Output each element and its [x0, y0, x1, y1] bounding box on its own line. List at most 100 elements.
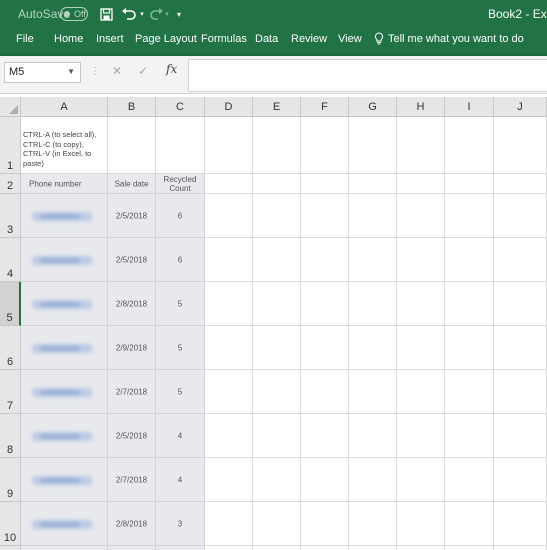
- table-cell[interactable]: [21, 414, 108, 458]
- table-cell[interactable]: 2/5/2018: [108, 194, 156, 238]
- cell-a11[interactable]: [21, 546, 108, 550]
- cell-g3[interactable]: [349, 194, 397, 238]
- row-header-3[interactable]: 3: [0, 194, 21, 238]
- cell-j6[interactable]: [494, 326, 547, 370]
- cell-d10[interactable]: [205, 502, 253, 546]
- cell-e9[interactable]: [253, 458, 301, 502]
- column-header-e[interactable]: E: [253, 97, 301, 117]
- table-cell[interactable]: 5: [156, 370, 205, 414]
- cell-i2[interactable]: [445, 174, 494, 194]
- column-header-g[interactable]: G: [349, 97, 397, 117]
- cell-j5[interactable]: [494, 282, 547, 326]
- cell-d1[interactable]: [205, 117, 253, 174]
- cell-e4[interactable]: [253, 238, 301, 282]
- cell-g2[interactable]: [349, 174, 397, 194]
- column-header-j[interactable]: J: [494, 97, 547, 117]
- row-header-4[interactable]: 4: [0, 238, 21, 282]
- cell-f10[interactable]: [301, 502, 349, 546]
- cell-e2[interactable]: [253, 174, 301, 194]
- table-cell[interactable]: [21, 282, 108, 326]
- cell-i5[interactable]: [445, 282, 494, 326]
- cell-d2[interactable]: [205, 174, 253, 194]
- cell-g9[interactable]: [349, 458, 397, 502]
- table-cell[interactable]: [21, 238, 108, 282]
- table-cell[interactable]: 3: [156, 502, 205, 546]
- cell-h4[interactable]: [397, 238, 445, 282]
- cell-d4[interactable]: [205, 238, 253, 282]
- undo-dropdown-icon[interactable]: ▾: [138, 5, 146, 23]
- cell-j2[interactable]: [494, 174, 547, 194]
- cell-f2[interactable]: [301, 174, 349, 194]
- table-cell[interactable]: [21, 194, 108, 238]
- cell-j8[interactable]: [494, 414, 547, 458]
- tell-me-search[interactable]: Tell me what you want to do: [374, 32, 524, 45]
- select-all-button[interactable]: [0, 97, 21, 117]
- column-header-d[interactable]: D: [205, 97, 253, 117]
- tab-home[interactable]: Home: [54, 33, 83, 45]
- cell-g6[interactable]: [349, 326, 397, 370]
- cell-g10[interactable]: [349, 502, 397, 546]
- column-header-h[interactable]: H: [397, 97, 445, 117]
- cell-i1[interactable]: [445, 117, 494, 174]
- cell-d11[interactable]: [205, 546, 253, 550]
- cell-f6[interactable]: [301, 326, 349, 370]
- tab-formulas[interactable]: Formulas: [201, 33, 247, 45]
- cell-g4[interactable]: [349, 238, 397, 282]
- cell-d5[interactable]: [205, 282, 253, 326]
- cell-j9[interactable]: [494, 458, 547, 502]
- cell-j10[interactable]: [494, 502, 547, 546]
- cell-e3[interactable]: [253, 194, 301, 238]
- redo-dropdown-icon[interactable]: ▾: [163, 5, 171, 23]
- table-cell[interactable]: 5: [156, 326, 205, 370]
- cell-j7[interactable]: [494, 370, 547, 414]
- cell-h2[interactable]: [397, 174, 445, 194]
- cell-h8[interactable]: [397, 414, 445, 458]
- cell-j1[interactable]: [494, 117, 547, 174]
- chevron-down-icon[interactable]: ▼: [67, 67, 75, 76]
- tab-review[interactable]: Review: [291, 33, 327, 45]
- row-header-6[interactable]: 6: [0, 326, 21, 370]
- cell-h11[interactable]: [397, 546, 445, 550]
- enter-icon[interactable]: ✓: [138, 64, 148, 78]
- cell-h9[interactable]: [397, 458, 445, 502]
- autosave-toggle[interactable]: Off: [60, 7, 88, 21]
- undo-icon[interactable]: [119, 5, 139, 23]
- cell-e5[interactable]: [253, 282, 301, 326]
- cell-f4[interactable]: [301, 238, 349, 282]
- table-cell[interactable]: 6: [156, 238, 205, 282]
- cell-i4[interactable]: [445, 238, 494, 282]
- table-cell[interactable]: 2/7/2018: [108, 370, 156, 414]
- tab-page-layout[interactable]: Page Layout: [135, 33, 197, 45]
- cell-e1[interactable]: [253, 117, 301, 174]
- cell-h6[interactable]: [397, 326, 445, 370]
- row-header-8[interactable]: 8: [0, 414, 21, 458]
- cell-f5[interactable]: [301, 282, 349, 326]
- cell-i10[interactable]: [445, 502, 494, 546]
- cell-i6[interactable]: [445, 326, 494, 370]
- table-cell[interactable]: 2/8/2018: [108, 502, 156, 546]
- cell-h5[interactable]: [397, 282, 445, 326]
- cell-f8[interactable]: [301, 414, 349, 458]
- row-header-9[interactable]: 9: [0, 458, 21, 502]
- save-icon[interactable]: [98, 5, 114, 23]
- table-cell[interactable]: 2/7/2018: [108, 458, 156, 502]
- cell-b1[interactable]: [108, 117, 156, 174]
- table-cell[interactable]: [21, 370, 108, 414]
- cell-h10[interactable]: [397, 502, 445, 546]
- tab-file[interactable]: File: [16, 33, 34, 45]
- cell-g1[interactable]: [349, 117, 397, 174]
- cell-i8[interactable]: [445, 414, 494, 458]
- table-cell[interactable]: 5: [156, 282, 205, 326]
- header-cell[interactable]: Recycled Count: [156, 174, 205, 194]
- table-cell[interactable]: 6: [156, 194, 205, 238]
- row-header-1[interactable]: 1: [0, 117, 21, 174]
- cell-d6[interactable]: [205, 326, 253, 370]
- cell-g7[interactable]: [349, 370, 397, 414]
- table-cell[interactable]: 2/5/2018: [108, 414, 156, 458]
- cell-f1[interactable]: [301, 117, 349, 174]
- column-header-b[interactable]: B: [108, 97, 156, 117]
- cell-g5[interactable]: [349, 282, 397, 326]
- tab-view[interactable]: View: [338, 33, 362, 45]
- formula-input[interactable]: [188, 59, 547, 92]
- cell-i11[interactable]: [445, 546, 494, 550]
